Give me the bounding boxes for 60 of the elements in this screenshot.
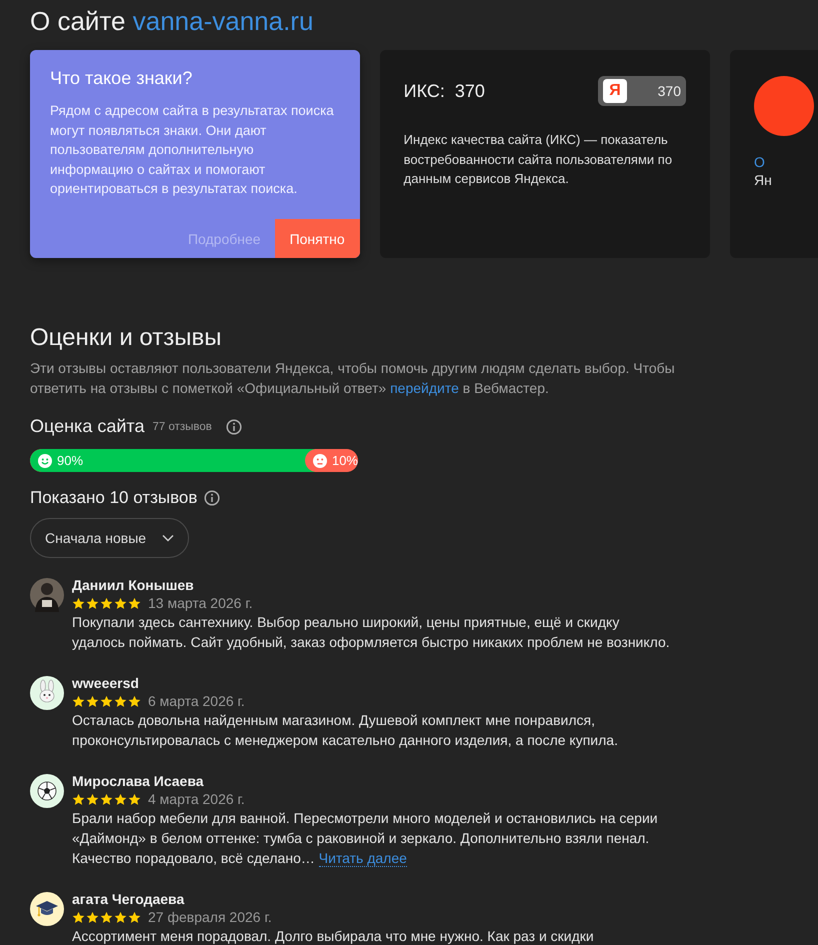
review-date: 13 марта 2026 г. [148,595,253,611]
review-text: Осталась довольна найденным магазином. Душевой комплект мне понравился, проконсультировалась с менеджером касательно данного изделия, а после купила. [72,711,619,750]
iks-value: ИКС: 370 [404,80,485,102]
review-date: 27 февраля 2026 г. [148,909,272,925]
hint-title: Что такое знаки? [50,68,194,89]
star-icon [86,792,99,806]
star-icon [72,596,85,610]
sort-dropdown[interactable]: Сначала новые [30,518,190,558]
review-date: 4 марта 2026 г. [148,791,245,807]
star-icon [86,596,99,610]
author-name[interactable]: Мирослава Исаева [72,772,672,790]
star-icon [100,792,113,806]
chevron-down-icon [162,534,174,542]
star-icon [86,910,99,924]
star-icon [114,910,127,924]
star-icon [128,792,141,806]
author-name[interactable]: агата Чегодаева [72,890,672,908]
iks-description: Индекс качества сайта (ИКС) — показатель востребованности сайта пользователями по данным сервисов Яндекса. [404,131,674,188]
info-icon[interactable] [226,418,242,434]
star-icon [100,596,113,610]
section-title: Оценки и отзывы [30,324,222,352]
section-description: Эти отзывы оставляют пользователи Яндекса, чтобы помочь другим людям сделать выбор. Чтобы ответить на отзывы с пометкой «Официальный ответ» перейдите в Вебмастер. [30,359,676,398]
bunny-icon [30,676,64,710]
star-icon [114,596,127,610]
star-icon [100,694,113,708]
review-count: 77 отзывов [152,420,212,432]
star-icon [114,694,127,708]
review-text: Брали набор мебели для ванной. Пересмотрели много моделей и остановились на серии «Даймонд» в белом оттенке: тумба с раковиной и зеркало. Дополнительно взяли пенал. Качество порадовало, всё сделано… Читать далее [72,809,659,868]
info-icon[interactable] [204,490,220,506]
card-link[interactable]: О [754,154,818,170]
rating-title: Оценка сайта [30,416,144,437]
star-icon [128,694,141,708]
star-icon [86,694,99,708]
positive-share: 90% [30,449,315,472]
sad-icon [312,454,327,468]
star-icon [100,910,113,924]
star-icon [72,910,85,924]
webmaster-link[interactable]: перейдите [390,380,459,396]
star-icon [72,694,85,708]
page-title: О сайте vanna-vanna.ru [30,5,314,36]
star-icon [114,792,127,806]
graduation-cap-icon [30,892,64,926]
author-name[interactable]: wweeersd [72,674,672,692]
circle-icon [754,76,814,136]
author-name[interactable]: Даниил Конышев [72,576,672,594]
review-text: Покупали здесь сантехнику. Выбор реально широкий, цены приятные, ещё и скидку удалось поймать. Сайт удобный, заказ оформляется быстро никаких проблем не возникло. [72,613,671,652]
review-text: Ассортимент меня порадовал. Долго выбирала что мне нужно. Как раз и скидки [72,927,595,945]
card-text: Ян [754,172,773,188]
star-icon [72,792,85,806]
smile-icon [38,454,52,468]
soccer-ball-icon [30,774,64,808]
shown-title: Показано 10 отзывов [30,488,198,508]
negative-share: 10% [304,449,358,472]
star-icon [128,910,141,924]
yandex-logo: Я [603,79,627,103]
hint-text: Рядом с адресом сайта в результатах поиска могут появляться знаки. Они дают пользователям дополнительную информацию о сайтах и помогают ориентироваться в результатах поиска. [50,102,335,198]
badge-value: 370 [658,83,681,99]
star-icon [128,596,141,610]
review-date: 6 марта 2026 г. [148,693,245,709]
read-more-link[interactable]: Читать далее [318,850,407,867]
